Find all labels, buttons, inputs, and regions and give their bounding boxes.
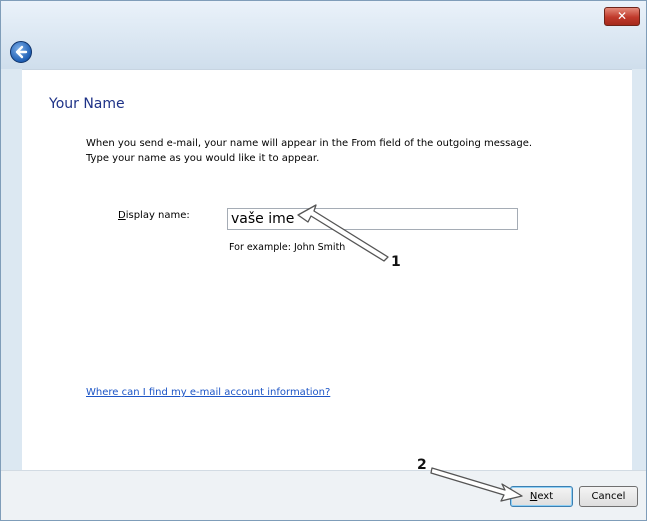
display-name-label: Display name:	[118, 210, 190, 221]
instructions-line-1: When you send e-mail, your name will app…	[86, 138, 533, 149]
next-button-label: ext	[537, 491, 554, 502]
title-bar: ✕	[1, 1, 646, 69]
cancel-button[interactable]: Cancel	[579, 486, 638, 507]
annotation-marker-1: 1	[391, 254, 401, 270]
annotation-marker-2: 2	[417, 457, 427, 473]
back-arrow-icon	[15, 45, 28, 59]
account-info-help-link[interactable]: Where can I find my e-mail account infor…	[86, 387, 330, 398]
close-icon: ✕	[616, 9, 628, 23]
page-title: Your Name	[49, 96, 125, 112]
instructions-line-2: Type your name as you would like it to a…	[86, 153, 320, 164]
instructions-text: When you send e-mail, your name will app…	[86, 136, 606, 166]
wizard-window: ✕ Your Name When you send e-mail, your n…	[0, 0, 647, 521]
example-text: For example: John Smith	[229, 242, 346, 253]
next-button[interactable]: Next	[510, 486, 573, 507]
wizard-content: Your Name When you send e-mail, your nam…	[22, 69, 632, 470]
display-name-label-text: isplay name:	[125, 210, 190, 221]
close-button[interactable]: ✕	[604, 7, 640, 26]
display-name-label-accelerator: D	[118, 210, 126, 221]
display-name-input[interactable]	[227, 208, 518, 230]
back-button[interactable]	[10, 41, 32, 63]
